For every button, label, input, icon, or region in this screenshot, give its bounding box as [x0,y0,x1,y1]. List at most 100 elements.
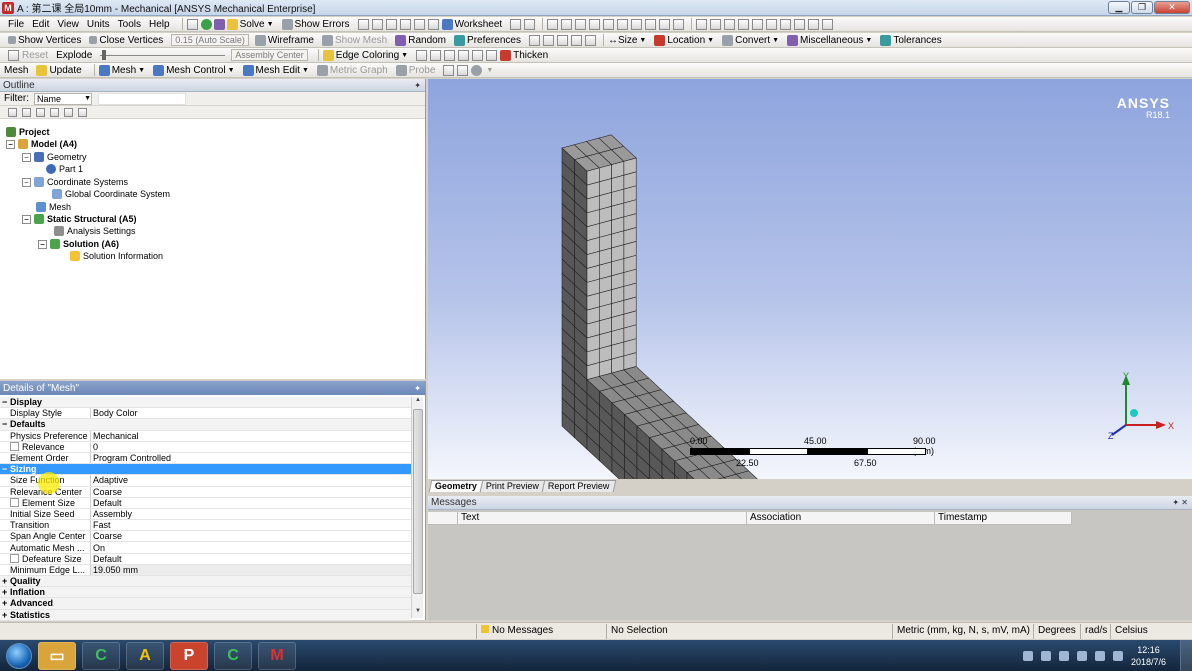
status-angular-velocity[interactable]: rad/s [1080,623,1110,639]
select-icon[interactable] [510,18,522,30]
tolerances-button[interactable]: Tolerances [880,34,942,46]
help-icon[interactable] [1040,650,1051,661]
show-vertices-button[interactable]: Show Vertices [8,35,81,46]
details-row[interactable]: Minimum Edge L... 19.050 mm [0,564,411,576]
select-point-icon[interactable] [547,18,559,30]
close-button[interactable]: ✕ [1154,1,1190,14]
details-row[interactable]: Physics Preference Mechanical [0,430,411,442]
details-category[interactable]: + Advanced [0,598,411,610]
details-scrollbar[interactable]: ▲ ▼ [411,397,423,618]
wireframe-button[interactable]: Wireframe [254,34,314,46]
select-body-icon[interactable] [603,18,615,30]
select-edge-icon[interactable] [575,18,587,30]
convert-button[interactable]: Convert ▼ [722,34,779,46]
details-category[interactable]: + Quality [0,576,411,588]
tree-item-mesh[interactable]: Mesh [36,201,71,213]
expand-icon[interactable] [50,107,59,117]
details-row[interactable]: Relevance Center Coarse [0,486,411,498]
edge-style-icon-3[interactable] [444,49,456,61]
collapse-toggle[interactable]: − [22,214,31,224]
expand-icon[interactable]: + [2,576,9,586]
menu-tools[interactable]: Tools [118,19,141,30]
text-icon[interactable] [413,18,425,30]
details-category[interactable]: + Statistics [0,609,411,621]
collapse-toggle[interactable]: − [22,177,31,187]
annotation-icon-4[interactable] [570,34,582,46]
start-button[interactable] [6,642,32,669]
menu-units[interactable]: Units [87,19,110,30]
flag-icon[interactable] [1076,650,1087,661]
pan-icon[interactable] [710,18,722,30]
maximize-button[interactable]: ❐ [1131,1,1153,14]
status-angle-units[interactable]: Degrees [1033,623,1080,639]
insert-image-icon[interactable] [427,18,439,30]
details-value[interactable]: Coarse [91,531,411,541]
tree-item-model[interactable]: − Model (A4) [6,138,77,150]
network-icon[interactable] [1094,650,1105,661]
tree-item-coordinate-systems[interactable]: − Coordinate Systems [22,176,128,188]
select-all-icon[interactable] [673,18,685,30]
expand-icon[interactable]: + [2,610,9,620]
triad-center-icon[interactable] [1130,409,1138,417]
details-value[interactable]: On [91,542,411,553]
zoom-fit-icon[interactable] [752,18,764,30]
probe-button[interactable]: Probe [395,64,435,76]
menu-view[interactable]: View [57,19,79,30]
details-row[interactable]: Initial Size Seed Assembly [0,508,411,521]
clock[interactable]: 12:16 2018/7/6 [1131,644,1166,668]
details-value[interactable]: 19.050 mm [91,564,411,575]
tree-item-solution-info[interactable]: Solution Information [70,250,163,262]
tree-item-global-cs[interactable]: Global Coordinate System [52,188,170,200]
mesh-tool-icon-2[interactable] [457,64,469,76]
select-vertex-icon[interactable] [561,18,573,30]
taskbar-powerpoint[interactable]: P [170,641,208,670]
mesh-display-dropdown[interactable]: ▼ [471,64,493,76]
tree-item-part[interactable]: Part 1 [46,163,83,175]
tree-item-solution[interactable]: − Solution (A6) [38,238,119,250]
graphics-viewport[interactable]: ANSYS R18.1 Y X Z 0.00 45.00 90.00 (mm) [428,79,1192,479]
show-mesh-button[interactable]: Show Mesh [321,34,387,46]
sort-icon[interactable] [78,107,87,117]
zoom-icon[interactable] [724,18,736,30]
collapse-toggle[interactable]: − [38,239,47,249]
details-value[interactable]: Adaptive [91,475,411,485]
layout-icon[interactable] [822,18,834,30]
link-icon[interactable] [524,18,536,30]
details-category[interactable]: − Display [0,397,411,409]
collapse-toggle[interactable]: − [6,139,15,149]
messages-col-text[interactable]: Text [458,512,747,525]
preferences-button[interactable]: Preferences [454,34,521,46]
random-button[interactable]: Random [395,34,446,46]
details-value[interactable]: 0 [91,442,411,452]
explode-view-icon[interactable] [8,49,19,61]
minimize-button[interactable]: ▁ [1108,1,1130,14]
location-button[interactable]: Location ▼ [654,34,714,46]
assembly-center-combo[interactable]: Assembly Center [231,49,308,61]
annotation-icon-5[interactable] [584,34,596,46]
select-face-icon[interactable] [589,18,601,30]
pin-icon[interactable]: ✦ [414,384,421,393]
folder-icon[interactable] [64,107,73,117]
next-view-icon[interactable] [794,18,806,30]
edge-style-icon-2[interactable] [430,49,442,61]
rotate-icon[interactable] [696,18,708,30]
tab-geometry[interactable]: Geometry [428,480,484,492]
edge-style-icon-5[interactable] [472,49,484,61]
check-icon[interactable] [200,18,212,30]
status-messages[interactable]: No Messages [476,623,606,639]
scroll-down-icon[interactable]: ▼ [413,608,423,618]
reset-button[interactable]: Reset [22,50,48,61]
annotation-icon-2[interactable] [542,34,554,46]
details-value[interactable]: Program Controlled [91,453,411,463]
extend-icon[interactable] [659,18,671,30]
collapse-icon[interactable]: − [2,419,9,429]
collapse-icon[interactable]: − [2,397,9,407]
previous-view-icon[interactable] [780,18,792,30]
details-row[interactable]: Automatic Mesh ... On [0,542,411,554]
details-row[interactable]: Display Style Body Color [0,408,411,420]
messages-col-timestamp[interactable]: Timestamp [935,512,1072,525]
metric-graph-button[interactable]: Metric Graph [316,64,388,76]
coordinate-icon[interactable] [399,18,411,30]
close-vertices-button[interactable]: Close Vertices [89,35,163,46]
table-icon[interactable] [371,18,383,30]
